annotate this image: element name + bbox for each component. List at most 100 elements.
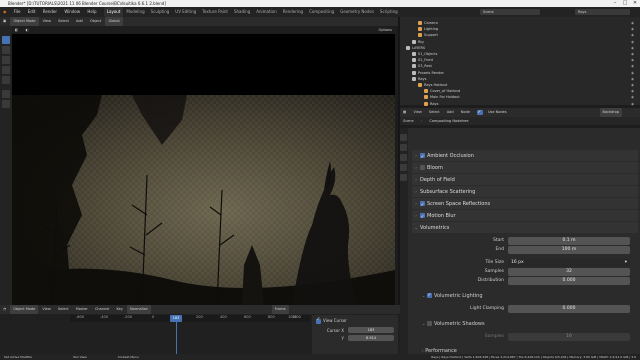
workspace-tab-geometry-nodes[interactable]: Geometry Nodes <box>337 7 377 17</box>
shadow-samples-field[interactable]: 16 <box>508 333 630 341</box>
annotate-tool-icon[interactable] <box>2 90 10 98</box>
workspace-tab-scripting[interactable]: Scripting <box>377 7 401 17</box>
section-checkbox[interactable] <box>420 165 425 170</box>
menu-edit[interactable]: Edit <box>25 7 39 17</box>
start-field[interactable]: 0.1 m <box>508 237 630 245</box>
world-tab-icon[interactable] <box>400 174 407 181</box>
editor-type-icon[interactable]: ▣ <box>0 17 9 26</box>
volumetric-shadows-checkbox[interactable] <box>426 321 432 326</box>
use-nodes-toggle[interactable]: Use Nodes <box>474 108 513 117</box>
rotate-tool-icon[interactable] <box>2 66 10 74</box>
workspace-tab-shading[interactable]: Shading <box>231 7 253 17</box>
view-layer-tab-icon[interactable] <box>400 154 407 161</box>
workspace-tab-sculpting[interactable]: Sculpting <box>148 7 173 17</box>
viewport-menu-view[interactable]: View <box>40 17 54 26</box>
timeline-menu-select[interactable]: Select <box>55 305 72 314</box>
end-field[interactable]: 100 m <box>508 246 630 254</box>
panel-section-volumetrics[interactable]: ⌄ Volumetrics <box>412 222 638 233</box>
current-frame-indicator[interactable]: 183 <box>170 315 182 322</box>
breadcrumb-scene[interactable]: Scene <box>400 117 417 125</box>
scale-tool-icon[interactable] <box>2 76 10 84</box>
volumetric-shadows-toggle[interactable]: ⌄ Volumetric Shadows <box>422 320 485 328</box>
viewlayer-selector[interactable]: Rays <box>575 9 630 15</box>
timeline-area[interactable]: ◔ Object Mode View Select Marker Channel… <box>0 305 400 355</box>
move-tool-icon[interactable] <box>2 56 10 64</box>
backdrop-button[interactable]: Backdrop <box>599 108 622 117</box>
start-label: Start <box>493 238 504 243</box>
node-menu-node[interactable]: Node <box>458 108 473 117</box>
light-clamping-field[interactable]: 0.000 <box>508 305 630 313</box>
workspace-tab-uv-editing[interactable]: UV Editing <box>172 7 199 17</box>
node-menu-select[interactable]: Select <box>426 108 443 117</box>
distribution-field[interactable]: 0.000 <box>508 277 630 285</box>
end-label: End <box>495 247 504 252</box>
section-checkbox[interactable] <box>420 212 425 223</box>
volumetric-lighting-label: Volumetric Lighting <box>433 293 483 299</box>
viewport-3d[interactable] <box>12 34 395 305</box>
chevron-right-icon: › <box>415 201 417 206</box>
section-checkbox[interactable] <box>420 200 425 211</box>
menu-window[interactable]: Window <box>61 7 83 17</box>
cursor-y-field[interactable]: 8.914 <box>348 335 394 341</box>
panel-section-subsurface-scattering[interactable]: › Subsurface Scattering <box>412 186 638 197</box>
compositor-editor-icon[interactable]: ▦ <box>400 108 409 117</box>
workspace-tab-texture-paint[interactable]: Texture Paint <box>199 7 231 17</box>
samples-field[interactable]: 32 <box>508 268 630 276</box>
breadcrumb-nodetree[interactable]: Compositing Nodetree <box>426 117 471 125</box>
timeline-menu-marker[interactable]: Marker <box>73 305 91 314</box>
volumetric-lighting-toggle[interactable]: ⌄ Volumetric Lighting <box>422 292 483 300</box>
render-props-tab-icon[interactable] <box>400 134 407 141</box>
graph-editor-icon[interactable]: ◔ <box>0 305 9 314</box>
close-icon[interactable]: ✕ <box>630 0 640 7</box>
panel-section-screen-space-reflections[interactable]: › Screen Space Reflections <box>412 198 638 211</box>
panel-section-motion-blur[interactable]: › Motion Blur <box>412 210 638 223</box>
top-menu-bar: ◉ File Edit Render Window Help Layout Mod… <box>0 7 640 17</box>
view-cursor-toggle[interactable]: View Cursor <box>316 317 347 324</box>
panel-section-depth-of-field[interactable]: › Depth of Field <box>412 174 638 185</box>
volumetric-lighting-checkbox[interactable] <box>426 292 432 300</box>
workspace-tab-compositing[interactable]: Compositing <box>306 7 337 17</box>
normalize-toggle[interactable]: Normalize <box>126 305 151 314</box>
frame-ruler[interactable]: -600 -400 -200 0 200 400 600 800 1000 12… <box>70 315 310 322</box>
overlay-icon[interactable]: ◐ <box>22 26 31 34</box>
minimize-icon[interactable]: – <box>610 0 620 7</box>
menu-render[interactable]: Render <box>40 7 60 17</box>
node-menu-add[interactable]: Add <box>444 108 457 117</box>
blender-logo-icon[interactable]: ◉ <box>0 7 10 17</box>
tile-size-dropdown[interactable]: 16 px ▾ <box>508 259 630 267</box>
timeline-header: ◔ Object Mode View Select Marker Channel… <box>0 305 400 314</box>
viewport-menu-object[interactable]: Object <box>87 17 104 26</box>
transform-orientation-dropdown[interactable]: Global <box>105 17 123 26</box>
visibility-eye-icon[interactable]: ◉ <box>631 101 634 107</box>
timeline-menu-key[interactable]: Key <box>113 305 125 314</box>
playhead-line[interactable] <box>176 322 177 354</box>
options-dropdown[interactable]: Options <box>375 26 395 34</box>
menu-file[interactable]: File <box>11 7 24 17</box>
panel-section-ambient-occlusion[interactable]: › Ambient Occlusion <box>412 150 638 163</box>
section-checkbox[interactable] <box>420 152 425 163</box>
measure-tool-icon[interactable] <box>2 100 10 108</box>
workspace-tab-rendering[interactable]: Rendering <box>280 7 306 17</box>
node-menu-view[interactable]: View <box>410 108 424 117</box>
outliner-row[interactable]: Rays ◉ <box>400 101 640 107</box>
scene-tab-icon[interactable] <box>400 164 407 171</box>
viewport-menu-select[interactable]: Select <box>55 17 72 26</box>
timeline-mode-dropdown[interactable]: Object Mode <box>10 305 39 314</box>
cursor-x-field[interactable]: 183 <box>348 327 394 333</box>
workspace-tab-modeling[interactable]: Modeling <box>123 7 147 17</box>
camera-view-icon[interactable]: ◧ <box>12 26 21 34</box>
workspace-tab-animation[interactable]: Animation <box>253 7 279 17</box>
viewport-mode-dropdown[interactable]: Object Mode <box>10 17 39 26</box>
workspace-tab-layout[interactable]: Layout <box>103 7 124 17</box>
timeline-menu-channel[interactable]: Channel <box>92 305 112 314</box>
cursor-tool-icon[interactable] <box>2 46 10 54</box>
select-tool-icon[interactable] <box>2 36 10 44</box>
viewport-menu-add[interactable]: Add <box>73 17 86 26</box>
panel-section-bloom[interactable]: › Bloom <box>412 162 638 173</box>
scene-selector[interactable]: Scene <box>480 9 540 15</box>
frame-dropdown[interactable]: Frame <box>271 305 289 314</box>
timeline-menu-view[interactable]: View <box>39 305 53 314</box>
maximize-icon[interactable]: □ <box>620 0 630 7</box>
menu-help[interactable]: Help <box>84 7 99 17</box>
output-props-tab-icon[interactable] <box>400 144 407 151</box>
